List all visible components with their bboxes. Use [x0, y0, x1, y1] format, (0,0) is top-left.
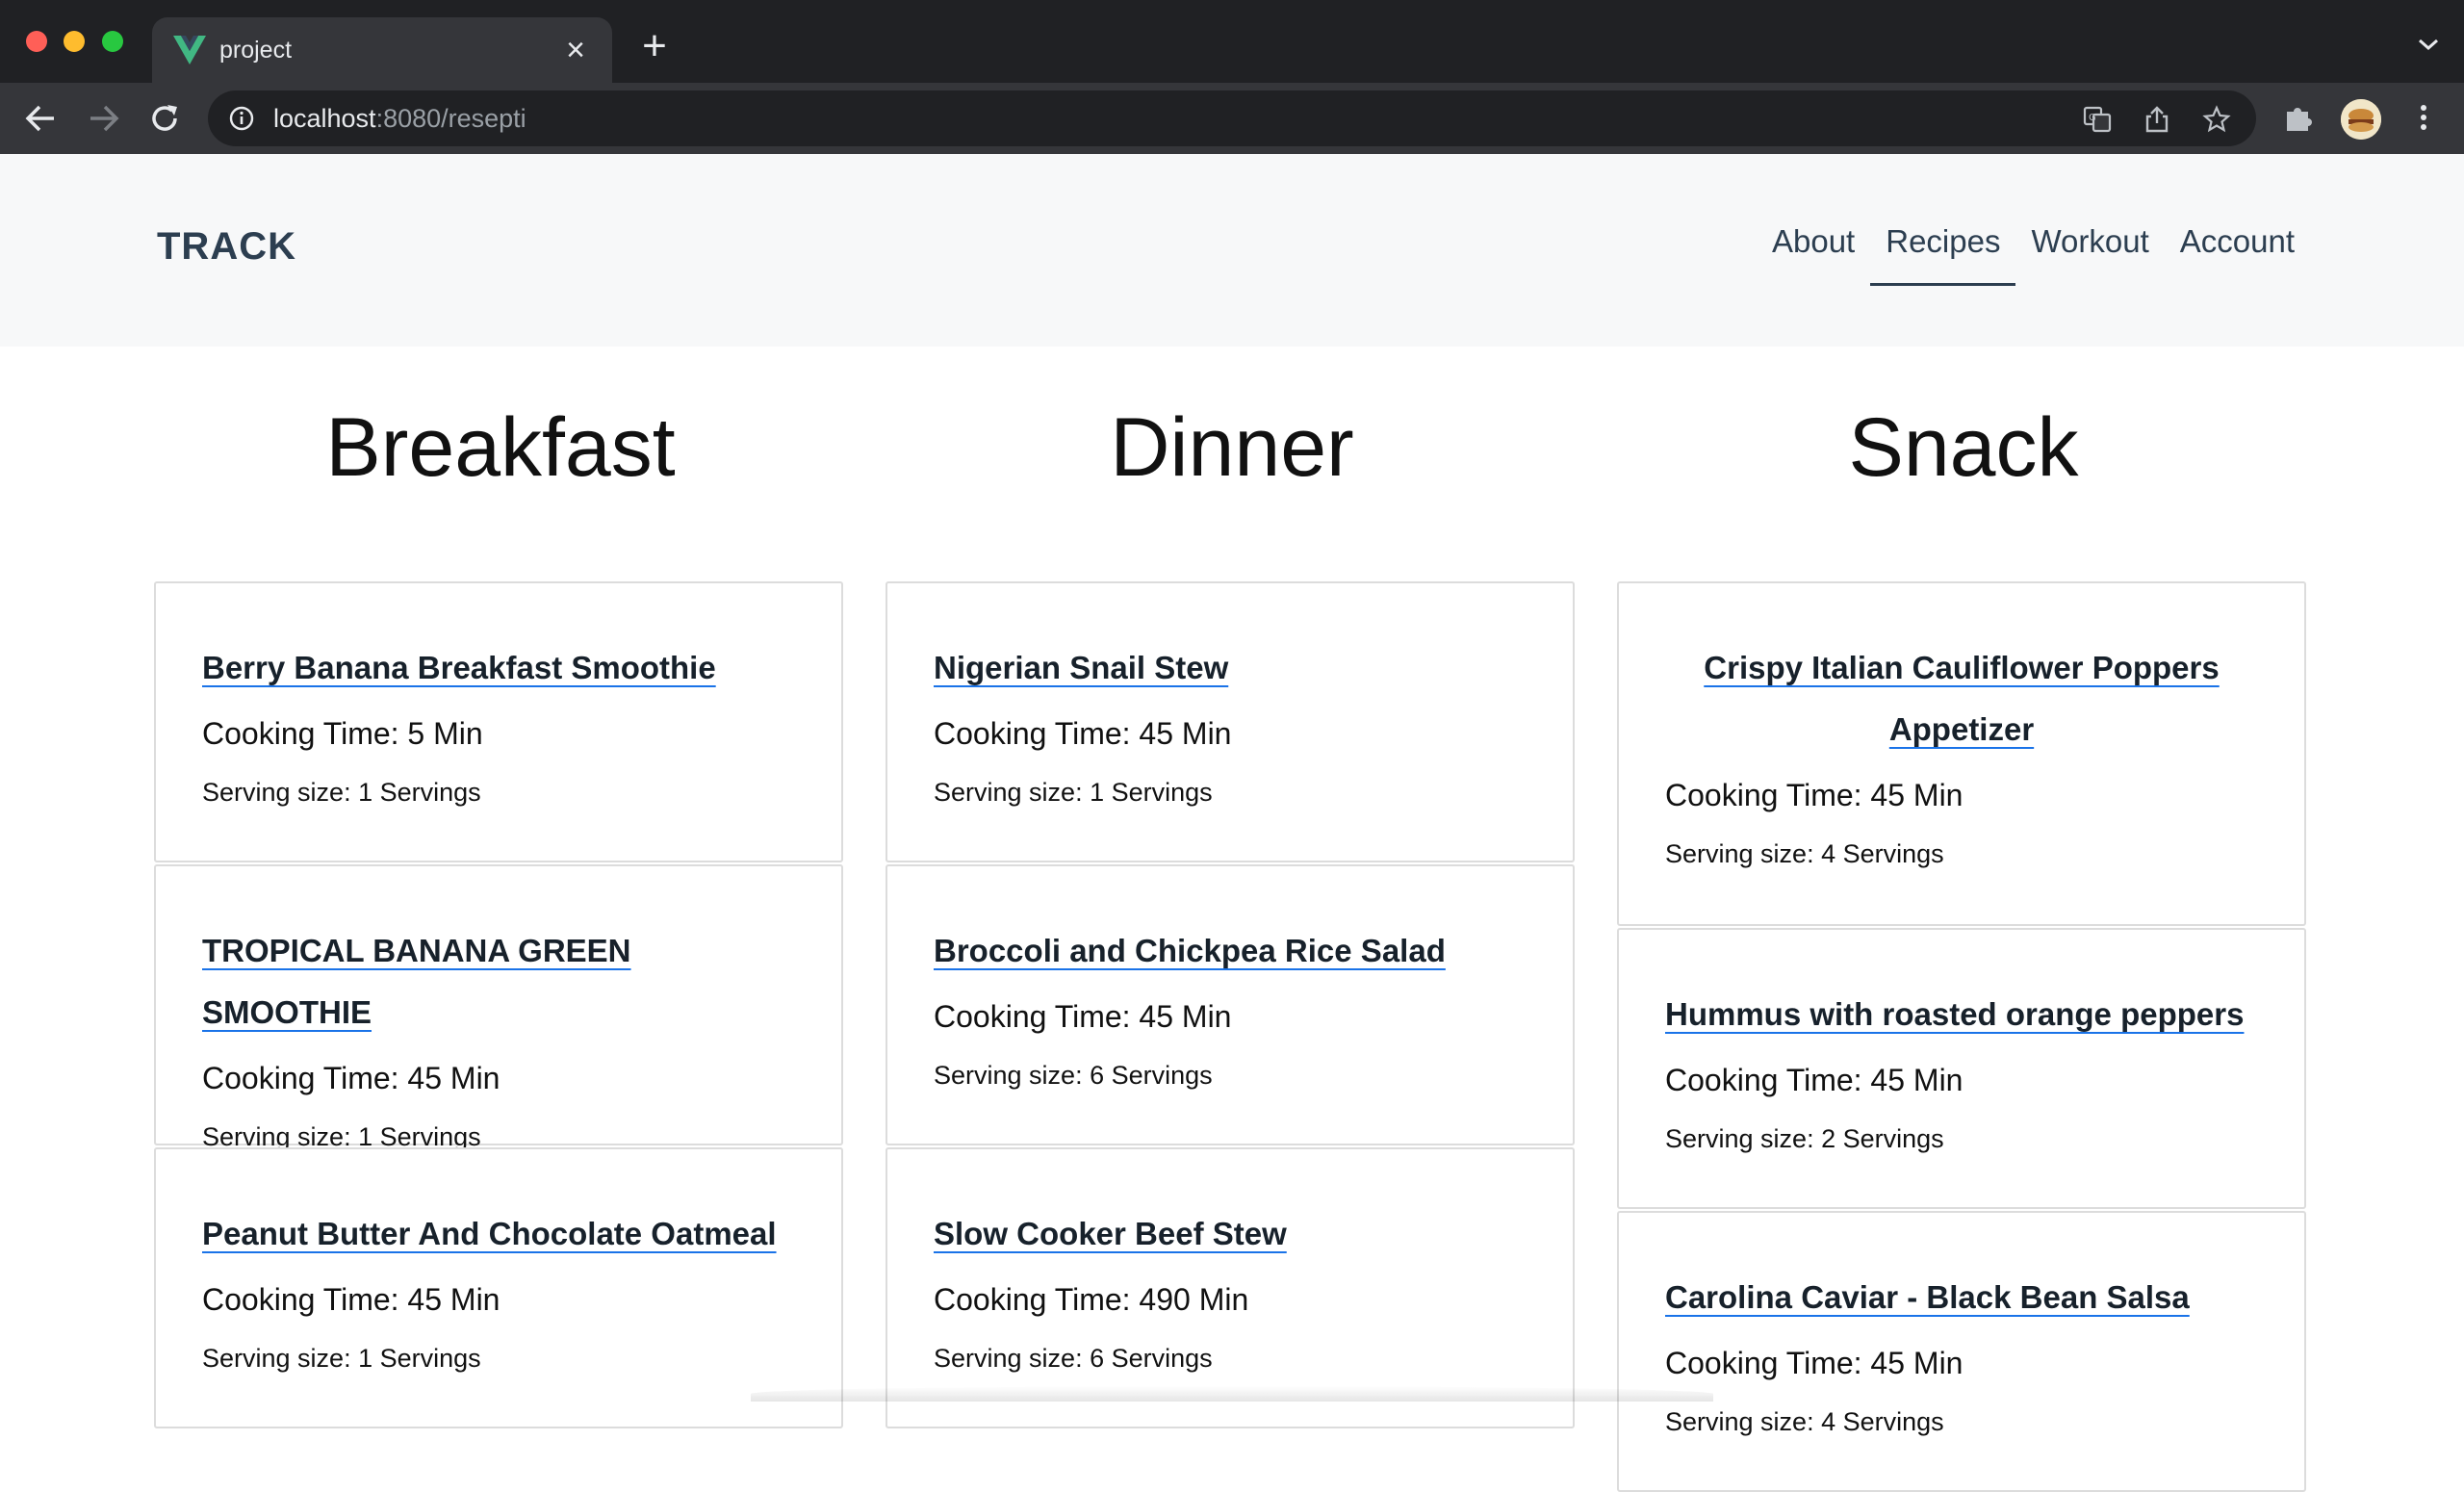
recipe-title-link[interactable]: Crispy Italian Cauliflower Poppers Appet…	[1692, 637, 2231, 760]
extensions-puzzle-icon[interactable]	[2281, 100, 2316, 135]
nav-account[interactable]: Account	[2165, 218, 2310, 286]
recipe-title-link[interactable]: Carolina Caviar - Black Bean Salsa	[1665, 1267, 2190, 1328]
serving-size: Serving size: 2 Servings	[1665, 1124, 1944, 1153]
nav-workout[interactable]: Workout	[2015, 218, 2164, 286]
column-title-snack: Snack	[1848, 401, 2079, 494]
recipe-card: Crispy Italian Cauliflower Poppers Appet…	[1617, 581, 2306, 926]
browser-tab[interactable]: project ×	[152, 17, 612, 83]
bookmark-star-icon[interactable]	[2202, 105, 2231, 134]
forward-arrow-icon[interactable]	[83, 98, 123, 139]
minimize-window-button[interactable]	[64, 31, 85, 52]
cooking-time: Cooking Time: 45 Min	[934, 716, 1232, 751]
maximize-window-button[interactable]	[102, 31, 123, 52]
url-text[interactable]: localhost:8080/resepti	[273, 100, 526, 137]
cooking-time: Cooking Time: 45 Min	[1665, 778, 1964, 812]
profile-avatar[interactable]	[2341, 99, 2381, 140]
recipe-card: Berry Banana Breakfast Smoothie Cooking …	[154, 581, 843, 862]
recipe-card: Peanut Butter And Chocolate Oatmeal Cook…	[154, 1147, 843, 1428]
recipe-title-link[interactable]: Slow Cooker Beef Stew	[934, 1203, 1287, 1265]
recipe-title-link[interactable]: Hummus with roasted orange peppers	[1665, 984, 2244, 1045]
back-arrow-icon[interactable]	[21, 98, 62, 139]
more-menu-icon[interactable]	[2406, 100, 2441, 135]
cooking-time: Cooking Time: 490 Min	[934, 1282, 1249, 1317]
main-nav: About Recipes Workout Account	[1757, 218, 2310, 286]
column-title-breakfast: Breakfast	[325, 401, 676, 494]
translate-icon[interactable]: G	[2083, 105, 2112, 134]
cooking-time: Cooking Time: 45 Min	[1665, 1063, 1964, 1097]
recipe-card: Carolina Caviar - Black Bean Salsa Cooki…	[1617, 1211, 2306, 1492]
site-header: TRACK About Recipes Workout Account	[0, 154, 2464, 347]
serving-size: Serving size: 1 Servings	[202, 1344, 481, 1373]
site-info-icon[interactable]	[229, 106, 254, 131]
cooking-time: Cooking Time: 5 Min	[202, 716, 483, 751]
column-title-dinner: Dinner	[1110, 401, 1354, 494]
serving-size: Serving size: 1 Servings	[934, 778, 1213, 807]
nav-recipes[interactable]: Recipes	[1870, 218, 2016, 286]
close-window-button[interactable]	[26, 31, 47, 52]
share-icon[interactable]	[2143, 105, 2171, 134]
new-tab-icon[interactable]: +	[635, 25, 674, 67]
recipe-title-link[interactable]: Nigerian Snail Stew	[934, 637, 1228, 699]
url-host: localhost	[273, 104, 376, 133]
recipe-title-link[interactable]: Peanut Butter And Chocolate Oatmeal	[202, 1203, 777, 1265]
recipe-card: Hummus with roasted orange peppers Cooki…	[1617, 928, 2306, 1209]
recipe-card: Broccoli and Chickpea Rice Salad Cooking…	[886, 864, 1575, 1145]
vue-logo-icon	[173, 36, 206, 64]
brand-logo[interactable]: TRACK	[157, 225, 296, 269]
avatar-image-icon	[2341, 99, 2381, 140]
cooking-time: Cooking Time: 45 Min	[934, 999, 1232, 1034]
chevron-down-icon[interactable]	[2414, 33, 2443, 56]
address-bar[interactable]: localhost:8080/resepti G	[208, 90, 2256, 146]
serving-size: Serving size: 6 Servings	[934, 1344, 1213, 1373]
cooking-time: Cooking Time: 45 Min	[1665, 1346, 1964, 1380]
browser-toolbar: localhost:8080/resepti G	[0, 83, 2464, 156]
recipe-card: TROPICAL BANANA GREEN SMOOTHIE Cooking T…	[154, 864, 843, 1151]
recipe-card: Nigerian Snail Stew Cooking Time: 45 Min…	[886, 581, 1575, 862]
recipe-title-link[interactable]: TROPICAL BANANA GREEN SMOOTHIE	[202, 920, 795, 1043]
cooking-time: Cooking Time: 45 Min	[202, 1282, 500, 1317]
browser-tab-bar: project × +	[0, 0, 2464, 83]
scroll-shadow	[751, 1386, 1713, 1402]
cooking-time: Cooking Time: 45 Min	[202, 1061, 500, 1095]
serving-size: Serving size: 6 Servings	[934, 1061, 1213, 1090]
close-tab-icon[interactable]: ×	[556, 31, 595, 69]
svg-text:G: G	[2089, 113, 2096, 123]
serving-size: Serving size: 4 Servings	[1665, 1407, 1944, 1436]
nav-about[interactable]: About	[1757, 218, 1870, 286]
url-path: :8080/resepti	[375, 104, 526, 133]
tab-title: project	[219, 37, 293, 64]
recipe-title-link[interactable]: Berry Banana Breakfast Smoothie	[202, 637, 716, 699]
recipe-title-link[interactable]: Broccoli and Chickpea Rice Salad	[934, 920, 1446, 982]
reload-icon[interactable]	[144, 98, 185, 139]
serving-size: Serving size: 4 Servings	[1665, 839, 1944, 868]
serving-size: Serving size: 1 Servings	[202, 778, 481, 807]
